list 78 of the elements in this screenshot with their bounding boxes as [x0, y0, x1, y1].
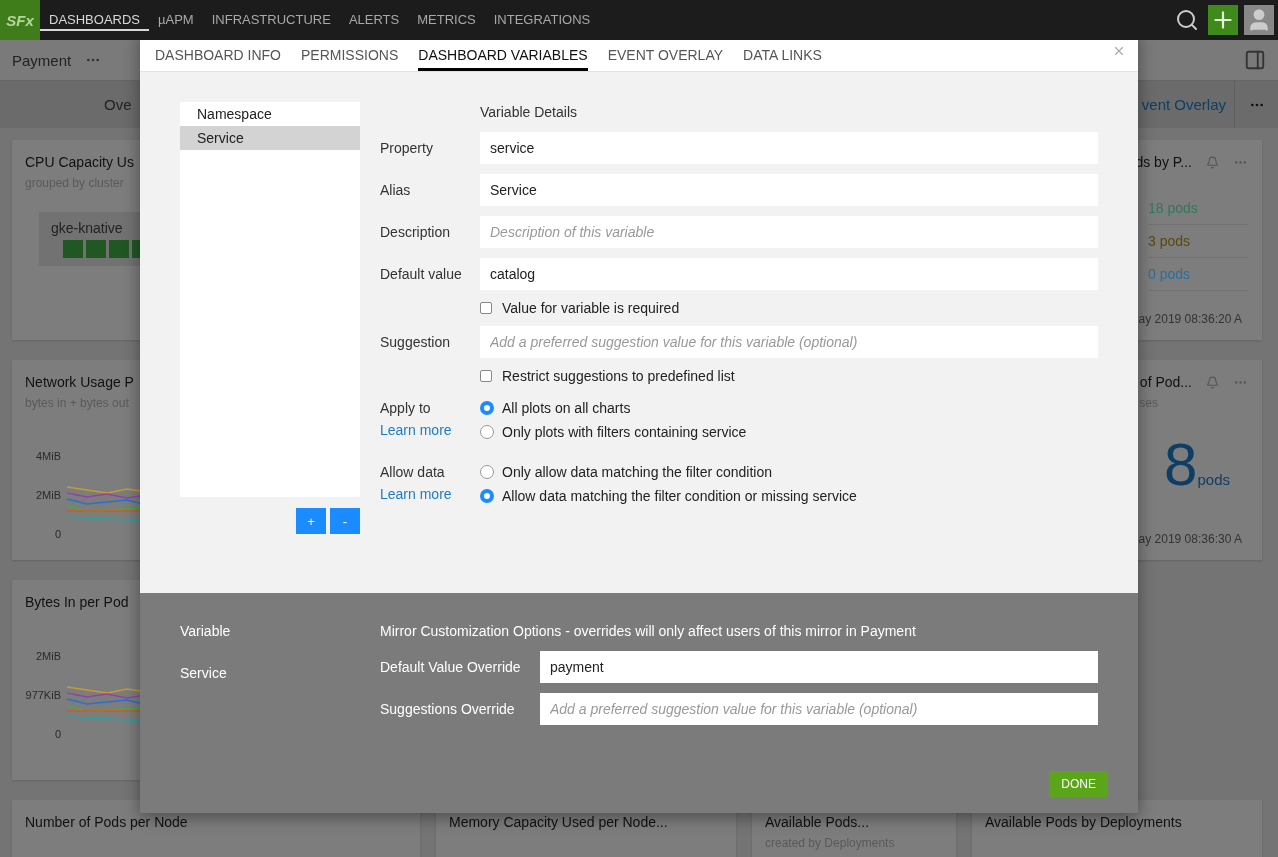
field-label: Property	[380, 140, 434, 156]
learn-more-link[interactable]: Learn more	[380, 422, 480, 438]
input-field[interactable]: payment	[540, 651, 1098, 683]
axis-tick-label: 2MiB	[35, 650, 61, 662]
column-label: Variable	[180, 623, 232, 639]
field-label: Default Value Override	[380, 659, 522, 675]
radio-label: All plots on all charts	[502, 400, 631, 416]
input-field[interactable]: catalog	[480, 258, 1098, 290]
card-title: CPU Capacity Us	[25, 154, 134, 170]
avatar-icon[interactable]	[1244, 5, 1274, 35]
dialog-tab[interactable]: EVENT OVERLAY	[607, 47, 724, 71]
field-label: Suggestions Override	[380, 701, 516, 717]
pod-count: 3 pods	[1148, 225, 1248, 258]
heatmap-cell	[109, 240, 129, 258]
radio-label: Allow data matching the filter condition or missing service	[502, 488, 857, 504]
variable-item[interactable]: Service	[180, 126, 360, 150]
radio-button[interactable]	[480, 489, 494, 503]
input-field[interactable]: Service	[480, 174, 1098, 206]
input-field[interactable]: service	[480, 132, 1098, 164]
axis-tick-label: 4MiB	[35, 450, 61, 462]
field-label: Default value	[380, 266, 463, 282]
field-label: Allow data	[380, 464, 446, 480]
axis-tick-label: 0	[54, 528, 61, 540]
nav-link[interactable]: INTEGRATIONS	[484, 11, 600, 31]
field-label: Apply to	[380, 400, 432, 416]
card-title: Memory Capacity Used per Node...	[449, 814, 668, 830]
card-title: Available Pods by Deployments	[985, 814, 1182, 830]
field-label: Alias	[380, 182, 412, 198]
group-label: gke-knative	[51, 220, 124, 236]
nav-link[interactable]: METRICS	[408, 11, 485, 31]
radio-button[interactable]	[480, 425, 494, 439]
learn-more-link[interactable]: Learn more	[380, 486, 480, 502]
heatmap-cell	[63, 240, 83, 258]
radio-button[interactable]	[480, 401, 494, 415]
section-title: Variable Details	[480, 104, 577, 120]
radio-label: Only allow data matching the filter condition	[502, 464, 773, 480]
axis-tick-label: 977KiB	[25, 689, 61, 701]
checkbox-label: Restrict suggestions to predefined list	[502, 368, 735, 384]
input-field[interactable]: Add a preferred suggestion value for this variable (optional)	[540, 693, 1098, 725]
dialog-tab[interactable]: PERMISSIONS	[301, 47, 399, 71]
mirror-heading: Mirror Customization Options - overrides will only affect users of this mirror in Payment	[380, 623, 917, 639]
field-label: Description	[380, 224, 452, 240]
unit-label: pods	[1197, 471, 1230, 488]
panel-icon[interactable]	[1244, 49, 1266, 71]
radio-button[interactable]	[480, 465, 494, 479]
nav-link[interactable]: µAPM	[149, 11, 203, 31]
dialog-tab[interactable]: DATA LINKS	[743, 47, 822, 71]
input-field[interactable]: Description of this variable	[480, 216, 1098, 248]
checkbox[interactable]	[480, 370, 492, 382]
axis-tick-label: 0	[54, 728, 61, 740]
close-icon[interactable]	[1112, 44, 1126, 58]
checkbox-label: Value for variable is required	[502, 300, 680, 316]
card-title: Network Usage P	[25, 374, 134, 390]
card-title: Available Pods...	[765, 814, 870, 830]
field-label: Suggestion	[380, 334, 452, 350]
card-title: of Pod...	[1139, 374, 1192, 390]
nav-link[interactable]: DASHBOARDS	[40, 11, 150, 31]
variable-name: Service	[180, 665, 228, 681]
variable-item[interactable]: Namespace	[180, 102, 360, 126]
input-field[interactable]: Add a preferred suggestion value for this variable (optional)	[480, 326, 1098, 358]
dialog-tab[interactable]: DASHBOARD INFO	[155, 47, 281, 71]
pod-count: 0 pods	[1148, 258, 1248, 291]
nav-link[interactable]: ALERTS	[339, 11, 409, 31]
radio-label: Only plots with filters containing service	[502, 424, 747, 440]
pod-count: 18 pods	[1148, 192, 1248, 225]
checkbox[interactable]	[480, 302, 492, 314]
timestamp: ay 2019 08:36:20 A	[1138, 312, 1243, 326]
nav-link[interactable]: INFRASTRUCTURE	[202, 11, 340, 31]
heatmap-cell	[86, 240, 106, 258]
timestamp: ay 2019 08:36:30 A	[1138, 532, 1243, 546]
axis-tick-label: 2MiB	[35, 489, 61, 501]
bell-icon[interactable]	[1206, 155, 1219, 169]
bell-icon[interactable]	[1206, 375, 1219, 389]
dashboard-title: Payment	[12, 51, 72, 69]
big-number: 8	[1164, 430, 1198, 499]
card-title: Bytes In per Pod	[25, 594, 129, 610]
card-title: Number of Pods per Node	[25, 814, 188, 830]
plus-icon[interactable]	[1208, 5, 1238, 35]
